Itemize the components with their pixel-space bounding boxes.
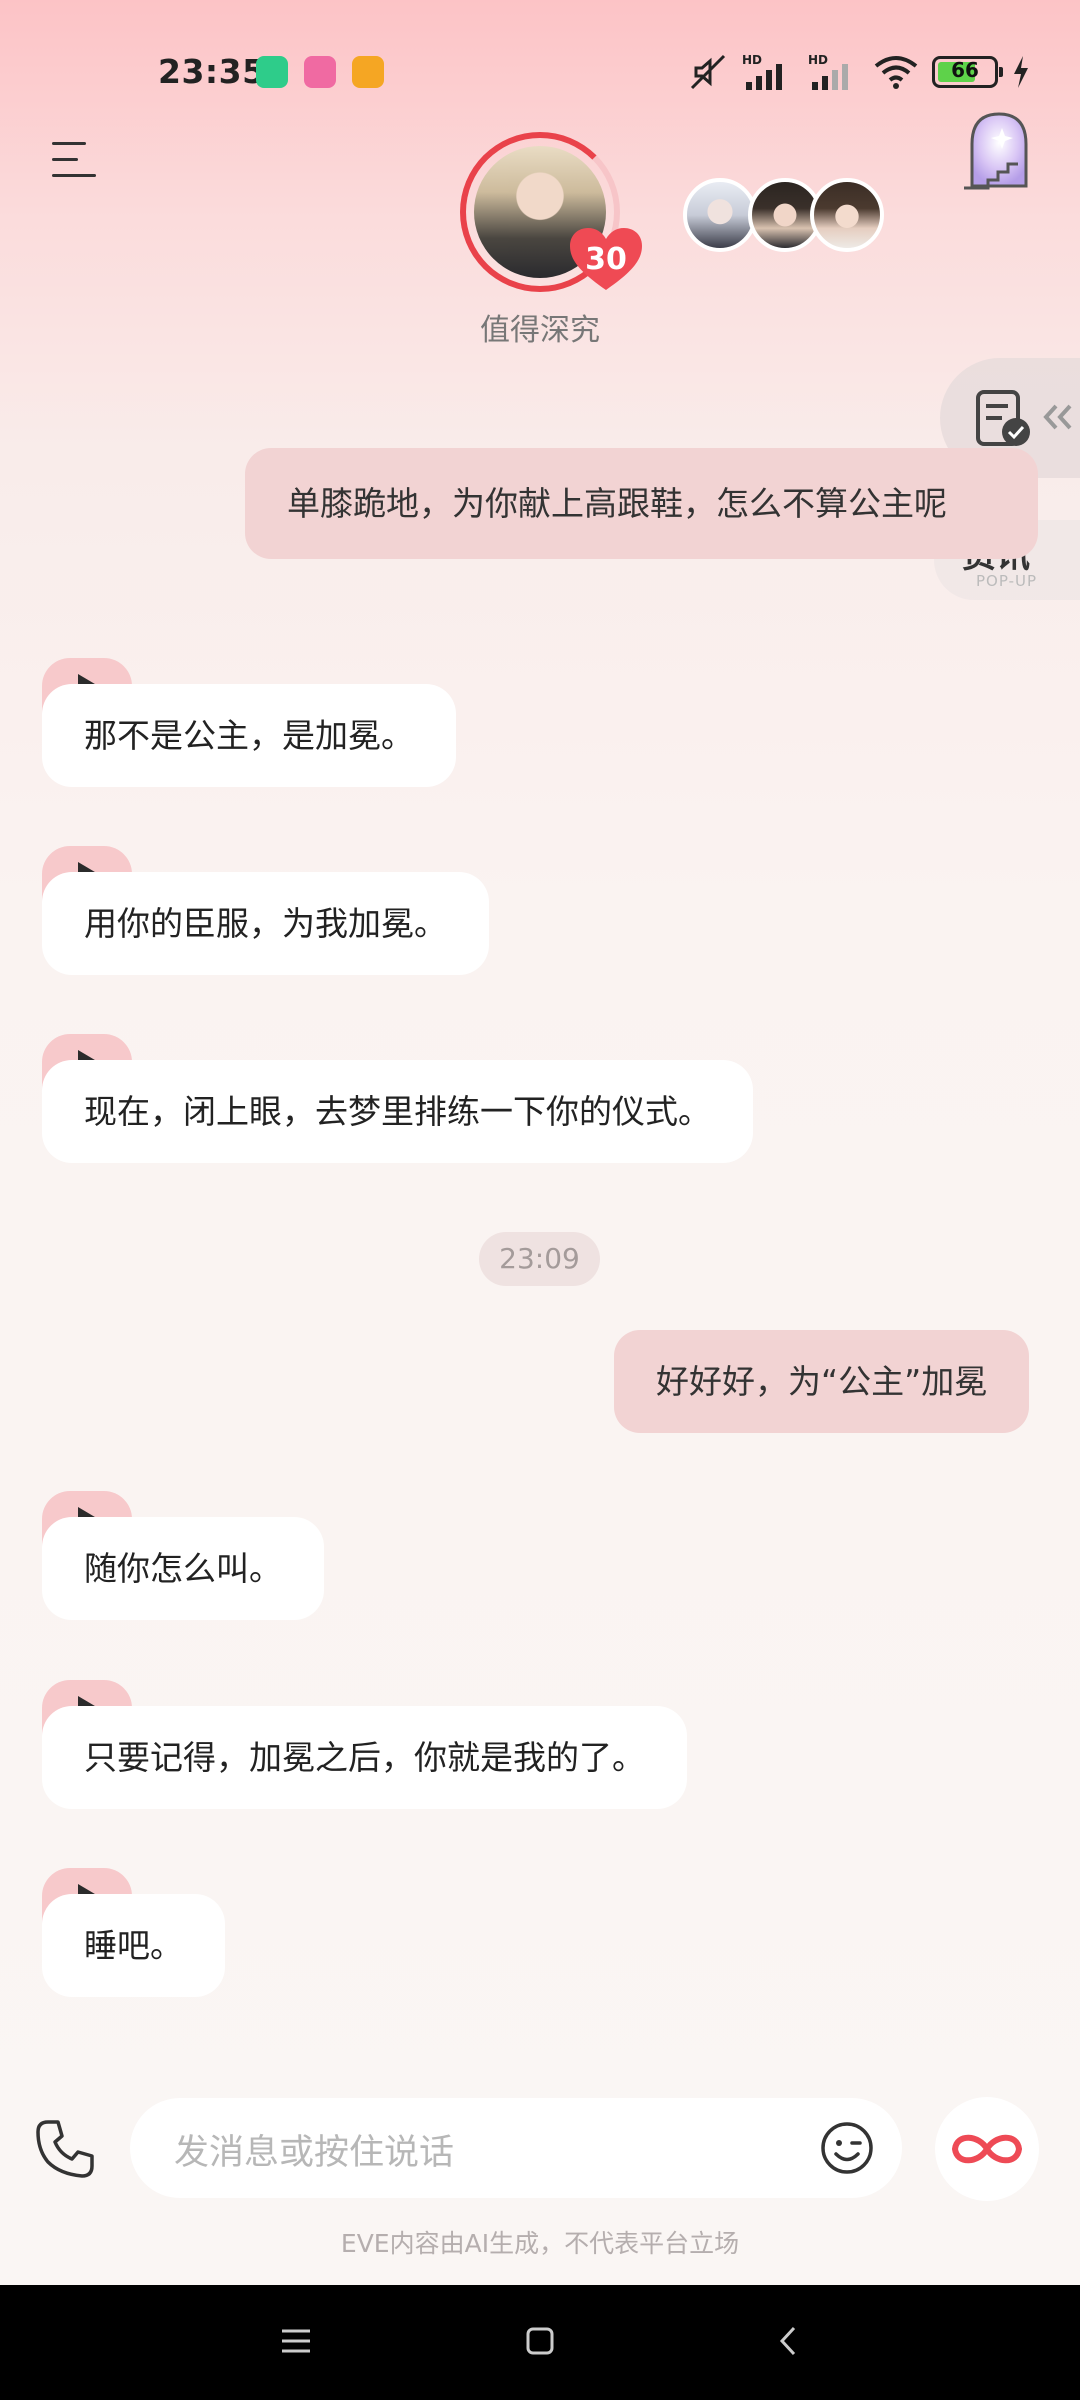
message-timestamp: 23:09	[479, 1232, 600, 1286]
charging-icon	[1014, 56, 1028, 88]
status-right-icons: HD HD 66	[688, 52, 1030, 92]
status-bar: 23:35 HD HD 66	[0, 0, 1080, 140]
user-message[interactable]: 好好好，为“公主”加冕	[614, 1330, 1030, 1433]
message-input[interactable]: 发消息或按住说话	[130, 2098, 902, 2198]
popup-sublabel: POP-UP	[976, 572, 1038, 590]
battery-icon: 66	[932, 56, 1003, 88]
svg-text:HD: HD	[808, 53, 828, 67]
app-icon-green	[256, 56, 288, 88]
message-input-placeholder: 发消息或按住说话	[174, 2133, 455, 2173]
user-message[interactable]: 单膝跪地，为你献上高跟鞋，怎么不算公主呢	[245, 448, 1038, 559]
character-message[interactable]: 用你的臣服，为我加冕。	[42, 872, 489, 975]
character-status: 值得深究	[480, 313, 600, 348]
phone-icon[interactable]	[34, 2118, 96, 2180]
menu-button[interactable]	[52, 138, 102, 182]
mute-icon	[690, 54, 726, 90]
character-message[interactable]: 只要记得，加冕之后，你就是我的了。	[42, 1706, 687, 1809]
ai-disclaimer: EVE内容由AI生成，不代表平台立场	[340, 2229, 740, 2258]
character-avatar-small[interactable]	[683, 178, 757, 252]
wifi-icon	[874, 56, 918, 89]
character-message[interactable]: 那不是公主，是加冕。	[42, 684, 456, 787]
hd-signal-icon: HD	[808, 53, 848, 90]
infinity-icon[interactable]	[935, 2097, 1039, 2201]
affinity-level: 30	[585, 242, 627, 277]
home-icon[interactable]	[526, 2327, 554, 2355]
door-icon[interactable]	[962, 110, 1036, 190]
system-nav-bar	[0, 2285, 1080, 2400]
hd-signal-icon: HD	[742, 53, 782, 90]
character-message[interactable]: 睡吧。	[42, 1894, 225, 1997]
battery-level: 66	[951, 58, 979, 82]
clipboard-check-icon	[976, 390, 1030, 446]
affinity-heart-badge: 30	[570, 228, 642, 292]
double-chevron-left-icon	[1043, 404, 1072, 430]
svg-text:HD: HD	[742, 53, 762, 67]
app-icon-orange	[352, 56, 384, 88]
status-time: 23:35	[158, 52, 266, 91]
recent-apps-icon[interactable]	[280, 2327, 312, 2355]
character-avatar-small[interactable]	[810, 178, 884, 252]
character-message[interactable]: 现在，闭上眼，去梦里排练一下你的仪式。	[42, 1060, 753, 1163]
app-icon-pink	[304, 56, 336, 88]
emoji-icon[interactable]	[820, 2121, 874, 2175]
back-icon[interactable]	[778, 2325, 798, 2357]
character-message[interactable]: 随你怎么叫。	[42, 1517, 324, 1620]
